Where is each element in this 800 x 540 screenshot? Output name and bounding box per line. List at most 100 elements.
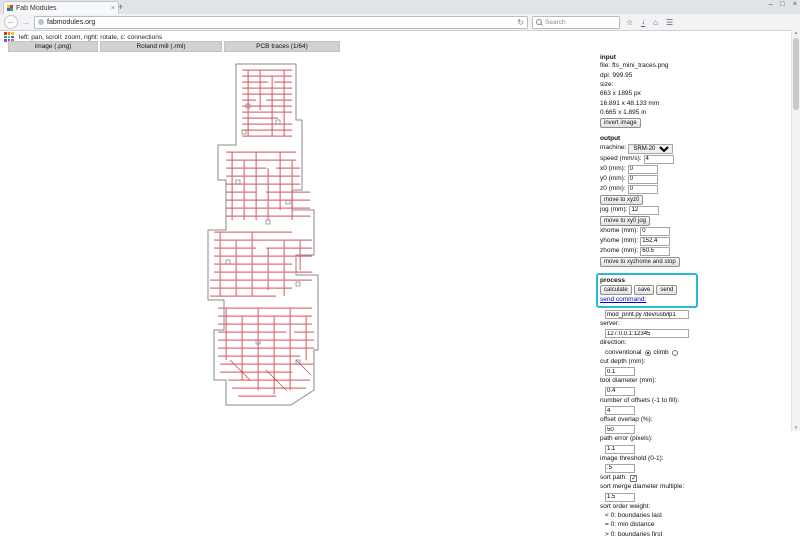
browser-tab[interactable]: Fab Modules × — [3, 1, 119, 14]
xhome-input[interactable] — [640, 226, 671, 236]
cut-depth-label: cut depth (mm): — [600, 358, 646, 366]
new-tab-button[interactable]: + — [118, 2, 123, 12]
size-in-value: 0.665 x 1.895 in — [600, 108, 647, 116]
y0-input[interactable] — [627, 174, 658, 184]
cut-depth-input[interactable] — [605, 367, 635, 377]
zhome-label: zhome (mm): — [600, 246, 639, 254]
tool-diameter-input[interactable] — [605, 386, 635, 396]
url-bar[interactable]: fabmodules.org ↻ — [34, 15, 528, 29]
calculate-button[interactable]: calculate — [600, 284, 632, 295]
offset-overlap-label: offset overlap (%): — [600, 416, 653, 423]
dpi-label: dpi: — [600, 71, 611, 79]
format-menu-row: image (.png) Roland mill (.rml) PCB trac… — [8, 41, 340, 52]
z0-label: z0 (mm): — [600, 184, 626, 192]
x0-input[interactable] — [627, 164, 658, 174]
tool-diameter-label: tool diameter (mm): — [600, 377, 657, 385]
pcb-traces-image — [207, 63, 319, 406]
send-command-input[interactable] — [605, 310, 689, 320]
server-input[interactable] — [605, 329, 689, 339]
close-button[interactable]: × — [793, 1, 797, 8]
sort-merge-label: sort merge diameter multiple: — [600, 483, 685, 491]
site-favicon — [7, 5, 13, 11]
image-threshold-label: image threshold (0-1): — [600, 454, 664, 462]
y0-label: y0 (mm): — [600, 174, 626, 182]
offsets-input[interactable] — [605, 406, 635, 415]
x0-label: x0 (mm): — [600, 164, 626, 172]
zhome-input[interactable] — [640, 246, 671, 256]
input-section-title: input — [600, 54, 616, 61]
tab-title: Fab Modules — [16, 4, 57, 12]
size-mm-value: 16.891 x 48.133 mm — [600, 99, 660, 107]
output-format-menu[interactable]: Roland mill (.rml) — [100, 41, 222, 52]
speed-input[interactable] — [643, 154, 674, 164]
size-px-value: 663 x 1895 px — [600, 90, 641, 98]
browser-tab-bar: Fab Modules × + – □ × — [0, 0, 800, 15]
jog-input[interactable] — [629, 205, 660, 215]
machine-label: machine: — [600, 144, 627, 152]
send-button[interactable]: send — [656, 284, 678, 295]
move-to-xyz0-button[interactable]: move to xyz0 — [600, 194, 644, 205]
input-section: input file: fts_mini_traces.png dpi: 999.9… — [600, 54, 712, 129]
move-to-xyzhome-button[interactable]: move to xyzhome and stop — [600, 256, 680, 267]
direction-climb-radio[interactable] — [671, 349, 678, 356]
direction-climb-label: climb — [653, 348, 669, 356]
home-icon[interactable]: ⌂ — [653, 18, 658, 27]
path-error-input[interactable] — [605, 444, 635, 454]
direction-conventional-radio[interactable] — [644, 349, 651, 356]
page-scrollbar[interactable]: ▴ ▾ — [791, 30, 800, 431]
window-controls: – □ × — [769, 1, 797, 8]
sort-path-label: sort path: — [600, 473, 628, 481]
process-type-menu[interactable]: PCB traces (1/64) — [224, 41, 340, 52]
canvas-hint-text: left: pan, scroll: zoom, right: rotate, … — [19, 33, 163, 41]
file-value: fts_mini_traces.png — [612, 62, 669, 70]
sort-path-checkbox[interactable] — [630, 474, 638, 482]
tab-close-icon[interactable]: × — [111, 5, 115, 12]
save-button[interactable]: save — [633, 284, 655, 295]
search-bar[interactable]: Search — [532, 15, 620, 29]
url-text[interactable]: fabmodules.org — [47, 19, 514, 26]
input-format-menu[interactable]: image (.png) — [8, 41, 98, 52]
output-section-title: output — [600, 135, 621, 143]
direction-label: direction: — [600, 339, 627, 347]
machine-select[interactable]: SRM-20 — [628, 143, 674, 154]
scroll-up-arrow[interactable]: ▴ — [792, 30, 800, 36]
sort-order-line-1: < 0: boundaries last — [605, 511, 662, 519]
reload-icon[interactable]: ↻ — [517, 18, 524, 27]
path-error-label: path error (pixels): — [600, 435, 653, 443]
sort-merge-input[interactable] — [605, 492, 635, 502]
sort-order-label: sort order weight: — [600, 502, 651, 510]
output-section: output machine: SRM-20 speed (mm/s): x0 … — [600, 135, 712, 267]
board-outline — [207, 63, 319, 406]
maximize-button[interactable]: □ — [781, 1, 785, 8]
invert-image-button[interactable]: invert image — [600, 118, 641, 129]
pcb-canvas[interactable] — [196, 60, 346, 410]
back-button[interactable]: ← — [4, 15, 18, 29]
search-placeholder[interactable]: Search — [545, 19, 566, 26]
image-threshold-input[interactable] — [605, 463, 635, 473]
forward-button[interactable]: → — [22, 18, 30, 27]
jog-label: jog (mm): — [600, 205, 628, 213]
offset-overlap-input[interactable] — [605, 425, 635, 435]
send-command-link[interactable]: send command: — [600, 296, 646, 304]
process-annotation-box: process calculate save send send command… — [596, 272, 698, 309]
move-to-xy0-jog-button[interactable]: move to xy0 jog — [600, 215, 651, 226]
minimize-button[interactable]: – — [769, 1, 773, 8]
process-section: process calculate save send send command… — [596, 272, 712, 539]
xhome-label: xhome (mm): — [600, 226, 639, 234]
sort-order-line-2: = 0: min distance — [605, 521, 655, 529]
yhome-input[interactable] — [640, 236, 671, 246]
bookmark-star-icon[interactable]: ☆ — [626, 18, 633, 27]
z0-input[interactable] — [627, 184, 658, 194]
offsets-label: number of offsets (-1 to fill): — [600, 396, 679, 404]
scroll-down-arrow[interactable]: ▾ — [792, 425, 800, 431]
download-icon[interactable]: ↓ — [641, 17, 646, 27]
settings-panel: input file: fts_mini_traces.png dpi: 999.9… — [596, 54, 712, 540]
yhome-label: yhome (mm): — [600, 236, 639, 244]
process-section-title: process — [600, 276, 625, 284]
speed-label: speed (mm/s): — [600, 154, 642, 162]
menu-icon[interactable]: ☰ — [666, 18, 673, 27]
search-icon — [536, 19, 542, 25]
sort-order-line-3: > 0: boundaries first — [605, 530, 663, 538]
page-icon — [38, 19, 44, 25]
scrollbar-thumb[interactable] — [793, 38, 799, 110]
